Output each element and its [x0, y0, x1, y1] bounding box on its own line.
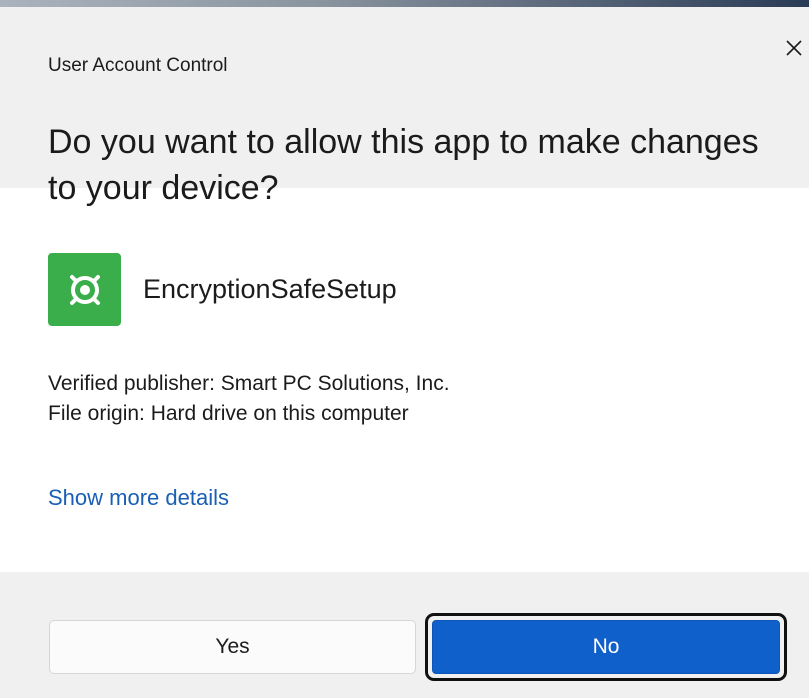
prompt-question: Do you want to allow this app to make ch… [48, 123, 759, 207]
no-button[interactable]: No [432, 620, 780, 674]
dialog-header: User Account Control Do you want to allo… [0, 7, 809, 207]
app-info-row: EncryptionSafeSetup [48, 253, 397, 326]
close-button[interactable] [779, 32, 809, 64]
app-details: Verified publisher: Smart PC Solutions, … [48, 369, 450, 429]
encryption-safe-app-icon [48, 253, 121, 326]
dialog-title: User Account Control [48, 55, 228, 76]
yes-button[interactable]: Yes [49, 620, 416, 674]
app-name: EncryptionSafeSetup [143, 274, 397, 304]
dialog-footer: Yes No [0, 572, 809, 698]
verified-publisher: Verified publisher: Smart PC Solutions, … [48, 372, 450, 395]
uac-dialog: User Account Control Do you want to allo… [0, 0, 809, 698]
show-more-details-link[interactable]: Show more details [48, 485, 229, 511]
close-icon [786, 40, 802, 56]
file-origin: File origin: Hard drive on this computer [48, 402, 409, 425]
